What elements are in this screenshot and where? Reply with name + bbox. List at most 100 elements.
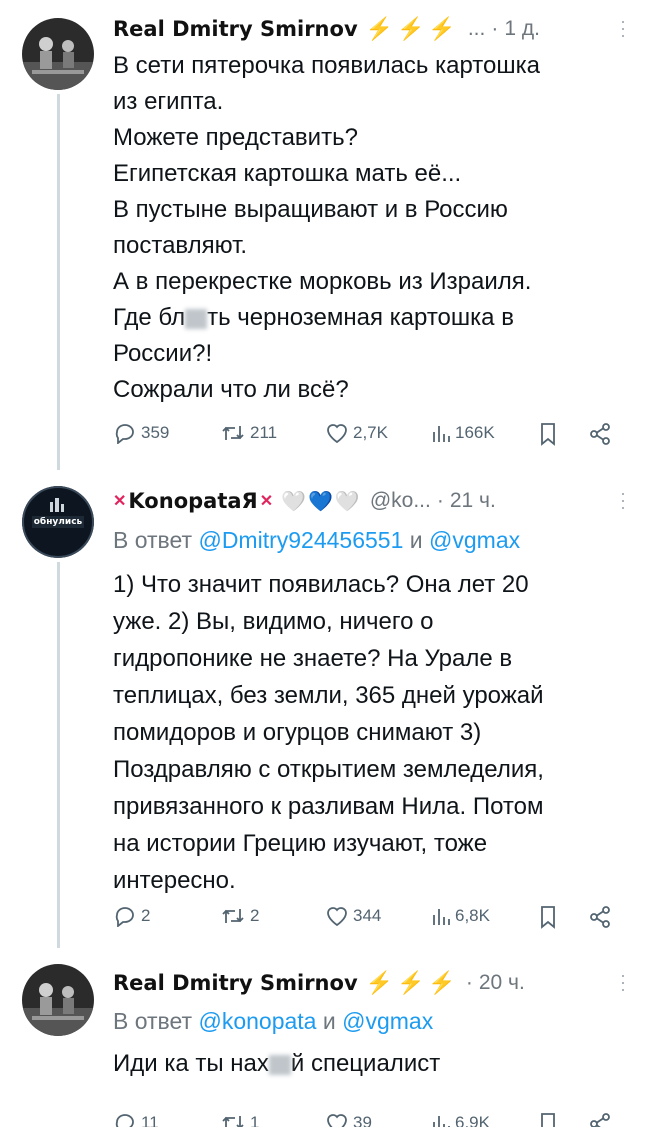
like-button[interactable]: 2,7K xyxy=(325,422,388,444)
tweet-header: ✕ KonopataЯ ✕ 🤍💙🤍 @ko... · 21 ч. · · · xyxy=(113,484,630,518)
text-line: поставляют. xyxy=(113,232,248,259)
thread-line xyxy=(57,562,60,948)
retweet-button[interactable]: 211 xyxy=(220,422,277,444)
tweet-3[interactable]: Real Dmitry Smirnov ⚡⚡⚡ · 20 ч. · · · В от… xyxy=(0,948,650,1127)
text-line: России?! xyxy=(113,340,213,367)
author-name[interactable]: KonopataЯ xyxy=(128,489,257,513)
bookmark-icon xyxy=(541,1113,555,1127)
reply-button[interactable]: 11 xyxy=(113,1112,159,1127)
reply-context: В ответ @Dmitry924456551 и @vgmax xyxy=(113,527,520,554)
retweet-icon xyxy=(222,1116,244,1127)
avatar[interactable] xyxy=(22,18,94,90)
author-name[interactable]: Real Dmitry Smirnov xyxy=(113,971,358,995)
tweet-text: В сети пятерочка появилась картошка из е… xyxy=(113,48,613,408)
tweet-1[interactable]: Real Dmitry Smirnov ⚡⚡⚡ ... · 1 д. · · · В… xyxy=(0,0,650,470)
mention-link[interactable]: @Dmitry924456551 xyxy=(198,527,403,553)
views-count: 6,8K xyxy=(455,906,490,925)
reply-prefix: В ответ xyxy=(113,1008,193,1034)
heart-icon xyxy=(327,1114,347,1127)
censor-blur xyxy=(185,308,208,329)
text-line: из египта. xyxy=(113,88,224,115)
heart-icon xyxy=(327,424,347,444)
cross-mark-icon: ✕ xyxy=(113,493,127,510)
reply-icon xyxy=(115,424,134,444)
tweet-2[interactable]: обнулись ✕ KonopataЯ ✕ 🤍💙🤍 @ko... · 21 ч… xyxy=(0,470,650,948)
mention-link[interactable]: @vgmax xyxy=(429,527,520,553)
text-line: помидоров и огурцов снимают 3) xyxy=(113,719,482,746)
share-button[interactable] xyxy=(588,1112,612,1127)
reply-icon xyxy=(115,907,134,927)
tweet-header: Real Dmitry Smirnov ⚡⚡⚡ · 20 ч. · · · xyxy=(113,966,630,1000)
reply-button[interactable]: 2 xyxy=(113,905,150,927)
retweet-icon xyxy=(222,909,244,923)
mention-link[interactable]: @vgmax xyxy=(342,1008,433,1034)
share-button[interactable] xyxy=(588,905,612,929)
reply-button[interactable]: 359 xyxy=(113,422,169,444)
timestamp[interactable]: 21 ч. xyxy=(450,489,496,513)
share-button[interactable] xyxy=(588,422,612,446)
text-fragment: ть черноземная картошка в xyxy=(207,304,514,331)
text-line: Сожрали что ли всё? xyxy=(113,376,349,403)
author-handle[interactable]: @ko... xyxy=(370,489,431,513)
separator-dot: · xyxy=(491,17,499,40)
text-line: А в перекрестке морковь из Израиля. xyxy=(113,268,532,295)
text-line: Поздравляю с открытием земледелия, xyxy=(113,756,544,783)
bookmark-icon xyxy=(541,906,555,929)
like-count: 344 xyxy=(353,906,382,925)
tweet-text: 1) Что значит появилась? Она лет 20 уже.… xyxy=(113,566,613,899)
tweet-text: Иди ка ты нах й специалист xyxy=(113,1046,613,1082)
text-line: привязанного к разливам Нила. Потом xyxy=(113,793,544,820)
author-name[interactable]: Real Dmitry Smirnov xyxy=(113,17,358,41)
views-count: 166K xyxy=(455,423,495,442)
more-options-icon[interactable]: · · · xyxy=(620,484,626,516)
avatar[interactable] xyxy=(22,964,94,1036)
views-button[interactable]: 166K xyxy=(431,422,495,444)
tweet-header: Real Dmitry Smirnov ⚡⚡⚡ ... · 1 д. · · · xyxy=(113,12,630,46)
retweet-icon xyxy=(222,426,244,440)
more-options-icon[interactable]: · · · xyxy=(620,12,626,44)
bookmark-icon xyxy=(541,423,555,446)
retweet-count: 1 xyxy=(250,1113,260,1127)
text-line: на истории Грецию изучают, тоже xyxy=(113,830,488,857)
author-handle[interactable]: ... xyxy=(468,17,486,41)
cross-mark-icon: ✕ xyxy=(259,493,274,510)
text-fragment: й специалист xyxy=(290,1050,441,1077)
share-icon xyxy=(590,423,610,445)
timestamp[interactable]: 20 ч. xyxy=(479,971,525,995)
retweet-count: 211 xyxy=(250,423,278,442)
views-icon xyxy=(433,1116,450,1127)
retweet-button[interactable]: 1 xyxy=(220,1112,259,1127)
views-button[interactable]: 6,9K xyxy=(431,1112,490,1127)
bookmark-button[interactable] xyxy=(538,1112,558,1127)
share-icon xyxy=(590,906,610,928)
thread-line xyxy=(57,94,60,470)
bolt-icon: ⚡⚡⚡ xyxy=(365,16,460,41)
like-button[interactable]: 39 xyxy=(325,1112,372,1127)
reply-context: В ответ @konopata и @vgmax xyxy=(113,1008,433,1035)
timestamp[interactable]: 1 д. xyxy=(504,17,540,41)
text-line: теплицах, без земли, 365 дней урожай xyxy=(113,682,544,709)
bookmark-button[interactable] xyxy=(538,422,558,446)
retweet-button[interactable]: 2 xyxy=(220,905,259,927)
text-line: 1) Что значит появилась? Она лет 20 xyxy=(113,571,529,598)
text-line: Египетская картошка мать её... xyxy=(113,160,462,187)
more-options-icon[interactable]: · · · xyxy=(620,966,626,998)
avatar[interactable]: обнулись xyxy=(22,486,94,558)
text-line: уже. 2) Вы, видимо, ничего о xyxy=(113,608,434,635)
reply-and: и xyxy=(409,527,423,553)
bookmark-button[interactable] xyxy=(538,905,558,929)
reply-count: 2 xyxy=(141,906,151,925)
text-line: интересно. xyxy=(113,867,236,894)
reply-count: 359 xyxy=(141,423,170,442)
action-bar: 2 2 344 6,8K xyxy=(113,905,623,935)
mention-link[interactable]: @konopata xyxy=(198,1008,316,1034)
text-line: В сети пятерочка появилась картошка xyxy=(113,52,540,79)
like-button[interactable]: 344 xyxy=(325,905,381,927)
views-button[interactable]: 6,8K xyxy=(431,905,490,927)
hearts-icon: 🤍💙🤍 xyxy=(281,490,362,513)
text-fragment: Где бл xyxy=(113,304,186,331)
share-icon xyxy=(590,1113,610,1127)
retweet-count: 2 xyxy=(250,906,260,925)
views-icon xyxy=(433,426,450,442)
like-count: 2,7K xyxy=(353,423,388,442)
